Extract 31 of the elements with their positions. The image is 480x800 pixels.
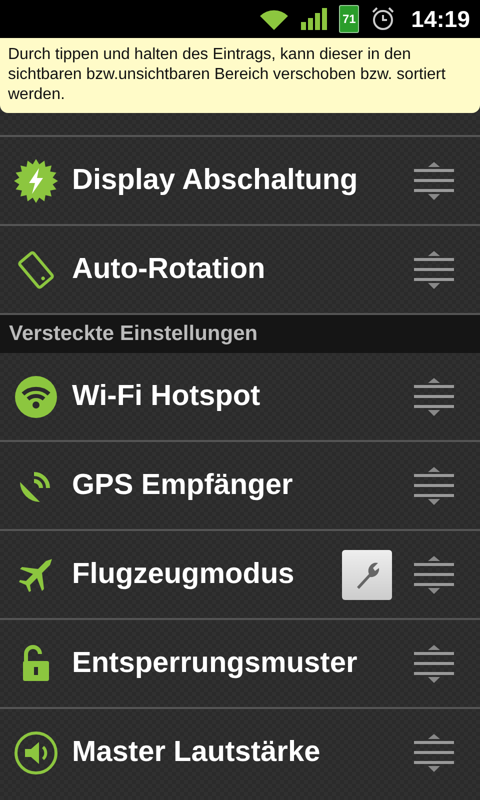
wifi-icon [14, 374, 58, 418]
settings-row[interactable]: Flugzeugmodus [0, 531, 480, 620]
setting-label: Entsperrungsmuster [72, 647, 358, 680]
drag-handle-icon[interactable] [414, 732, 454, 772]
settings-row[interactable]: Display Abschaltung [0, 137, 480, 226]
drag-handle-icon[interactable] [414, 160, 454, 200]
setting-label: Display Abschaltung [72, 164, 359, 197]
settings-row[interactable]: GPS Empfänger [0, 442, 480, 531]
battery-level: 71 [342, 12, 356, 26]
setting-label: Master Lautstärke [72, 736, 322, 769]
setting-label: Auto-Rotation [72, 253, 266, 286]
wifi-signal-icon [259, 8, 290, 30]
setting-label: Flugzeugmodus [72, 558, 296, 591]
cell-signal-icon [301, 8, 328, 30]
settings-row[interactable]: Master Lautstärke [0, 709, 480, 796]
clock-time: 14:19 [411, 6, 470, 32]
bolt-badge-icon [14, 158, 58, 202]
drag-handle-icon[interactable] [414, 554, 454, 594]
drag-handle-icon[interactable] [414, 644, 454, 684]
hint-message: Durch tippen und halten des Eintrags, kann dieser in den sichtbaren bzw.unsichtbaren Bereich verschoben bzw. sortiert werden. [0, 38, 480, 113]
settings-row[interactable]: Entsperrungsmuster [0, 620, 480, 709]
settings-row[interactable]: Wi-Fi Hotspot [0, 353, 480, 442]
drag-handle-icon[interactable] [414, 376, 454, 416]
setting-label: GPS Empfänger [72, 469, 294, 502]
settings-button[interactable] [342, 550, 392, 600]
alarm-clock-icon [371, 7, 396, 31]
setting-label: Wi-Fi Hotspot [72, 380, 262, 413]
drag-handle-icon[interactable] [414, 466, 454, 506]
drag-handle-icon[interactable] [414, 250, 454, 290]
section-header: Versteckte Einstellungen [0, 315, 480, 353]
speaker-icon [14, 730, 58, 774]
